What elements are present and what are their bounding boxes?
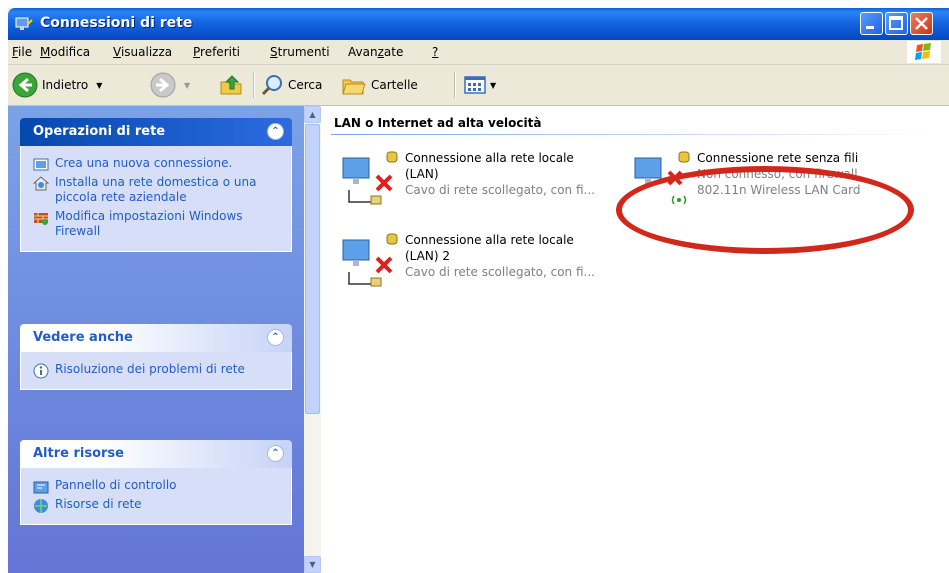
task-home-network[interactable]: Installa una rete domestica o una piccol… [21, 175, 291, 205]
back-button[interactable]: Indietro ▼ [12, 71, 102, 99]
menu-favorites[interactable]: Preferiti [193, 45, 240, 59]
connection-name: Connessione alla rete locale (LAN) [405, 151, 574, 181]
scroll-thumb[interactable] [305, 124, 320, 414]
control-panel-icon [33, 481, 49, 494]
task-troubleshoot[interactable]: Risoluzione dei problemi di rete [21, 362, 291, 379]
menu-bar: File Modifica Visualizza Preferiti Strum… [8, 40, 949, 65]
collapse-chevron-icon[interactable]: ⌃ [267, 123, 284, 140]
window-title: Connessioni di rete [40, 15, 193, 31]
back-dropdown-icon[interactable]: ▼ [96, 81, 102, 90]
close-icon [915, 17, 928, 30]
network-tasks-panel: Operazioni di rete ⌃ Crea una nuova conn… [20, 118, 292, 252]
network-connections-icon [15, 17, 33, 30]
back-label: Indietro [42, 78, 89, 92]
task-new-connection[interactable]: Crea una nuova connessione. [21, 156, 291, 171]
forward-arrow-icon [150, 72, 176, 98]
panel-title: Vedere anche [33, 330, 133, 345]
menu-view[interactable]: Visualizza [113, 45, 172, 59]
forward-button[interactable]: ▼ [150, 71, 190, 99]
task-control-panel[interactable]: Pannello di controllo [21, 478, 291, 494]
firewall-icon [34, 213, 48, 225]
back-arrow-icon [12, 72, 38, 98]
task-pane: Operazioni di rete ⌃ Crea una nuova conn… [8, 106, 304, 573]
connection-name: Connessione alla rete locale (LAN) 2 [405, 233, 574, 263]
connection-device: 802.11n Wireless LAN Card [697, 183, 861, 197]
minimize-button[interactable] [860, 12, 883, 35]
folders-button[interactable]: Cartelle [341, 71, 418, 99]
minimize-icon [866, 26, 874, 29]
network-places-icon [34, 499, 48, 513]
collapse-chevron-icon[interactable]: ⌃ [267, 445, 284, 462]
panel-body: Crea una nuova connessione. Installa una… [20, 146, 292, 252]
forward-dropdown-icon[interactable]: ▼ [184, 81, 190, 90]
group-divider [331, 134, 939, 135]
up-folder-button[interactable] [218, 71, 244, 99]
connection-name: Connessione rete senza fili [697, 151, 859, 165]
task-firewall-settings[interactable]: Modifica impostazioni Windows Firewall [21, 209, 291, 239]
panel-title: Operazioni di rete [33, 124, 166, 139]
task-pane-scrollbar[interactable]: ▲ ▼ [304, 106, 321, 573]
other-places-panel: Altre risorse ⌃ Pannello di controllo Ri… [20, 440, 292, 525]
toolbar-separator [454, 72, 456, 98]
search-button[interactable]: Cerca [260, 71, 322, 99]
search-label: Cerca [288, 78, 323, 92]
connection-wireless[interactable]: Connessione rete senza fili Non connesso… [631, 150, 931, 220]
scroll-down-button[interactable]: ▼ [304, 556, 321, 573]
folders-label: Cartelle [371, 78, 418, 92]
views-icon [464, 76, 486, 94]
lan-disconnected-icon [342, 233, 398, 287]
panel-title: Altre risorse [33, 446, 124, 461]
title-bar[interactable]: Connessioni di rete [8, 8, 949, 40]
wireless-disconnected-icon [634, 151, 690, 205]
panel-body: Pannello di controllo Risorse di rete [20, 468, 292, 525]
maximize-button[interactable] [885, 12, 908, 35]
toolbar: Indietro ▼ ▼ Cerca Cartelle ▼ [8, 65, 949, 106]
new-connection-icon [33, 158, 49, 171]
task-network-places[interactable]: Risorse di rete [21, 497, 291, 513]
see-also-header[interactable]: Vedere anche ⌃ [20, 324, 292, 352]
network-tasks-header[interactable]: Operazioni di rete ⌃ [20, 118, 292, 146]
home-network-icon [33, 176, 49, 191]
windows-flag-icon [915, 43, 931, 60]
connection-status: Cavo di rete scollegato, con fi... [405, 265, 595, 279]
see-also-panel: Vedere anche ⌃ Risoluzione dei problemi … [20, 324, 292, 390]
menu-file[interactable]: File [12, 45, 32, 59]
scroll-up-button[interactable]: ▲ [304, 106, 321, 123]
lan-disconnected-icon [342, 151, 398, 205]
panel-body: Risoluzione dei problemi di rete [20, 352, 292, 390]
close-button[interactable] [910, 12, 933, 35]
group-title: LAN o Internet ad alta velocità [334, 116, 542, 130]
connection-status: Cavo di rete scollegato, con fi... [405, 183, 595, 197]
views-dropdown-icon[interactable]: ▼ [490, 81, 496, 90]
menu-help[interactable]: ? [432, 45, 438, 59]
menu-advanced[interactable]: Avanzate [348, 45, 403, 59]
network-connections-window: Connessioni di rete File Modifica Visual… [8, 8, 949, 573]
folders-icon [342, 79, 366, 95]
menu-edit[interactable]: Modifica [40, 45, 90, 59]
connection-status: Non connesso, con firewall [697, 167, 858, 181]
connections-list: LAN o Internet ad alta velocità Connessi… [321, 106, 949, 573]
search-icon [261, 75, 282, 96]
connection-lan[interactable]: Connessione alla rete locale (LAN) Cavo … [339, 150, 639, 220]
collapse-chevron-icon[interactable]: ⌃ [267, 329, 284, 346]
views-button[interactable]: ▼ [462, 71, 496, 99]
windows-logo [907, 41, 941, 63]
maximize-icon [889, 16, 903, 30]
menu-tools[interactable]: Strumenti [270, 45, 330, 59]
other-places-header[interactable]: Altre risorse ⌃ [20, 440, 292, 468]
up-folder-icon [220, 75, 242, 95]
info-icon [33, 363, 49, 379]
connection-lan-2[interactable]: Connessione alla rete locale (LAN) 2 Cav… [339, 232, 639, 302]
toolbar-separator [253, 72, 255, 98]
